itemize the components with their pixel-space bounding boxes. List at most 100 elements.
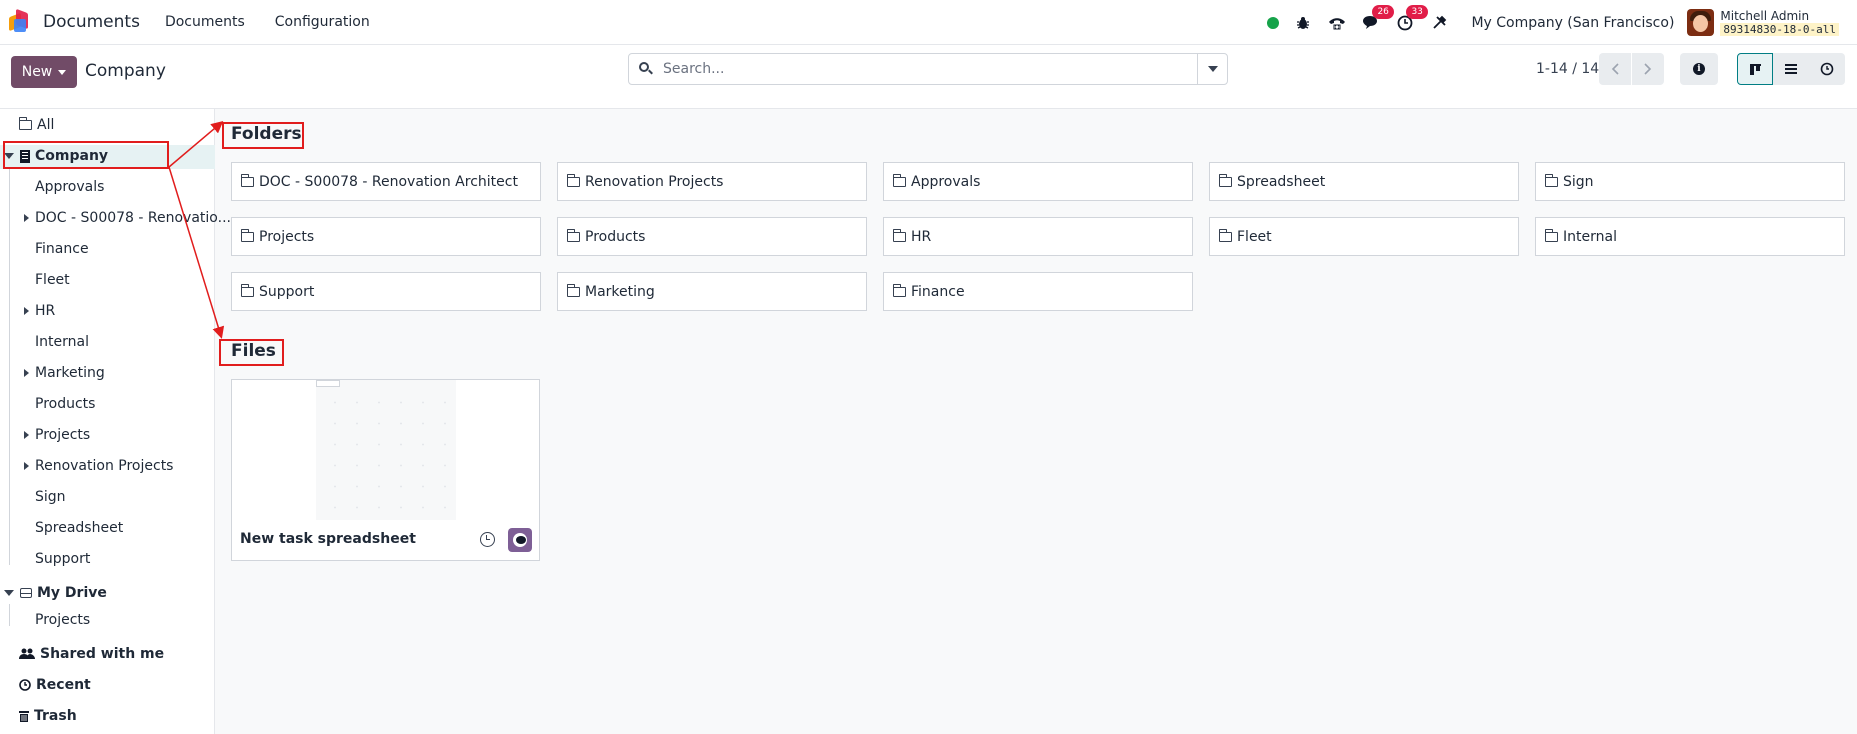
folder-card-internal[interactable]: Internal xyxy=(1535,217,1845,256)
folder-sidebar: All Company Approvals DOC - S00078 - Ren… xyxy=(0,109,231,734)
sidebar-item-renovation-projects[interactable]: Renovation Projects xyxy=(24,454,173,478)
sidebar-item-approvals[interactable]: Approvals xyxy=(35,175,104,199)
sidebar-item-my-drive-projects[interactable]: Projects xyxy=(35,608,90,632)
folder-card-finance[interactable]: Finance xyxy=(883,272,1193,311)
caret-right-icon[interactable] xyxy=(24,462,29,470)
file-card[interactable]: New task spreadsheet xyxy=(231,379,540,561)
folder-icon xyxy=(892,173,906,187)
sidebar-item-label: Products xyxy=(35,396,96,412)
menu-configuration[interactable]: Configuration xyxy=(275,14,370,30)
sidebar-item-recent[interactable]: Recent xyxy=(19,673,91,697)
folder-icon xyxy=(18,117,32,130)
new-button-label: New xyxy=(21,64,53,80)
sidebar-item-label: DOC - S00078 - Renovatio... xyxy=(35,210,231,226)
search-options-toggle[interactable] xyxy=(1197,54,1227,84)
sidebar-item-doc-s00078[interactable]: DOC - S00078 - Renovatio... xyxy=(24,206,231,230)
sidebar-item-marketing[interactable]: Marketing xyxy=(24,361,105,385)
sidebar-item-products[interactable]: Products xyxy=(35,392,95,416)
folder-icon xyxy=(1218,173,1232,187)
folders-highlight-box xyxy=(222,122,304,149)
sidebar-item-internal[interactable]: Internal xyxy=(35,330,89,354)
sidebar-item-support[interactable]: Support xyxy=(35,547,90,571)
activity-count-badge: 33 xyxy=(1406,4,1428,19)
pager-value[interactable]: 1-14 / 14 xyxy=(1536,61,1599,77)
chat-icon[interactable]: 26 xyxy=(1361,4,1394,33)
folder-icon xyxy=(1218,228,1232,242)
sidebar-item-label: Internal xyxy=(35,334,89,350)
folder-card-marketing[interactable]: Marketing xyxy=(557,272,867,311)
caret-down-icon xyxy=(1207,66,1218,72)
bug-icon[interactable] xyxy=(1293,13,1313,33)
caret-right-icon[interactable] xyxy=(24,369,29,377)
hard-drive-icon xyxy=(20,588,32,598)
folder-card-renovation-projects[interactable]: Renovation Projects xyxy=(557,162,867,201)
folder-icon xyxy=(566,228,580,242)
details-panel-button[interactable]: i xyxy=(1680,53,1718,85)
folder-icon xyxy=(1544,173,1558,187)
sidebar-item-label: Renovation Projects xyxy=(35,458,174,474)
sidebar-item-label: Spreadsheet xyxy=(35,520,124,536)
sidebar-item-hr[interactable]: HR xyxy=(24,299,55,323)
folder-card-doc-s00078[interactable]: DOC - S00078 - Renovation Architect xyxy=(231,162,541,201)
phone-icon[interactable] xyxy=(1327,13,1347,33)
activity-clock-icon[interactable]: 33 xyxy=(1395,4,1428,33)
folder-card-label: Spreadsheet xyxy=(1237,173,1326,190)
owner-avatar[interactable] xyxy=(508,528,532,552)
activity-clock-icon[interactable] xyxy=(480,532,495,547)
user-name: Mitchell Admin xyxy=(1720,9,1810,23)
search-icon xyxy=(639,62,653,76)
sidebar-item-sign[interactable]: Sign xyxy=(35,485,66,509)
folder-icon xyxy=(240,228,254,242)
folder-card-label: Projects xyxy=(259,228,315,245)
documents-kanban: Folders DOC - S00078 - Renovation Archit… xyxy=(216,109,1857,734)
tree-guide-line xyxy=(9,169,10,565)
folder-card-sign[interactable]: Sign xyxy=(1535,162,1845,201)
app-name[interactable]: Documents xyxy=(43,12,140,32)
file-name: New task spreadsheet xyxy=(240,531,416,547)
sidebar-item-label: Trash xyxy=(34,708,77,724)
sidebar-item-finance[interactable]: Finance xyxy=(35,237,89,261)
folder-icon xyxy=(566,283,580,297)
debug-tools-icon[interactable] xyxy=(1429,13,1449,33)
folder-card-projects[interactable]: Projects xyxy=(231,217,541,256)
menu-documents[interactable]: Documents xyxy=(165,14,245,30)
search-input[interactable] xyxy=(663,61,1183,77)
folder-card-label: Fleet xyxy=(1237,228,1272,245)
folder-card-label: Sign xyxy=(1563,173,1594,190)
list-view-button[interactable] xyxy=(1773,53,1809,85)
caret-right-icon[interactable] xyxy=(24,307,29,315)
activity-view-button[interactable] xyxy=(1809,53,1845,85)
user-avatar[interactable] xyxy=(1687,9,1715,36)
sidebar-item-label: Finance xyxy=(35,241,89,257)
folder-icon xyxy=(240,173,254,187)
folder-icon xyxy=(892,228,906,242)
folder-card-products[interactable]: Products xyxy=(557,217,867,256)
folder-card-fleet[interactable]: Fleet xyxy=(1209,217,1519,256)
caret-right-icon[interactable] xyxy=(24,431,29,439)
caret-right-icon[interactable] xyxy=(24,214,29,222)
sidebar-item-trash[interactable]: Trash xyxy=(19,704,77,728)
folder-card-approvals[interactable]: Approvals xyxy=(883,162,1193,201)
sidebar-item-all[interactable]: All xyxy=(18,113,54,137)
kanban-view-button[interactable] xyxy=(1737,53,1773,85)
pager-next-button[interactable] xyxy=(1632,53,1664,85)
new-button[interactable]: New xyxy=(11,56,77,88)
folder-card-spreadsheet[interactable]: Spreadsheet xyxy=(1209,162,1519,201)
company-switcher[interactable]: My Company (San Francisco) xyxy=(1471,15,1674,31)
sidebar-item-spreadsheet[interactable]: Spreadsheet xyxy=(35,516,123,540)
documents-app-icon[interactable] xyxy=(9,8,31,33)
sidebar-item-fleet[interactable]: Fleet xyxy=(35,268,70,292)
user-menu[interactable]: Mitchell Admin 89314830-18-0-all xyxy=(1720,9,1839,36)
folder-card-hr[interactable]: HR xyxy=(883,217,1193,256)
messages-count-badge: 26 xyxy=(1372,4,1394,19)
pager-previous-button[interactable] xyxy=(1599,53,1631,85)
sidebar-item-label: Sign xyxy=(35,489,66,505)
status-online-icon[interactable] xyxy=(1267,16,1280,29)
clock-icon xyxy=(19,679,31,691)
sidebar-item-my-drive[interactable]: My Drive xyxy=(4,581,107,605)
sidebar-item-label: Fleet xyxy=(35,272,70,288)
sidebar-item-projects[interactable]: Projects xyxy=(24,423,90,447)
folder-card-support[interactable]: Support xyxy=(231,272,541,311)
sidebar-item-shared-with-me[interactable]: Shared with me xyxy=(19,642,164,666)
trash-icon xyxy=(19,711,29,722)
